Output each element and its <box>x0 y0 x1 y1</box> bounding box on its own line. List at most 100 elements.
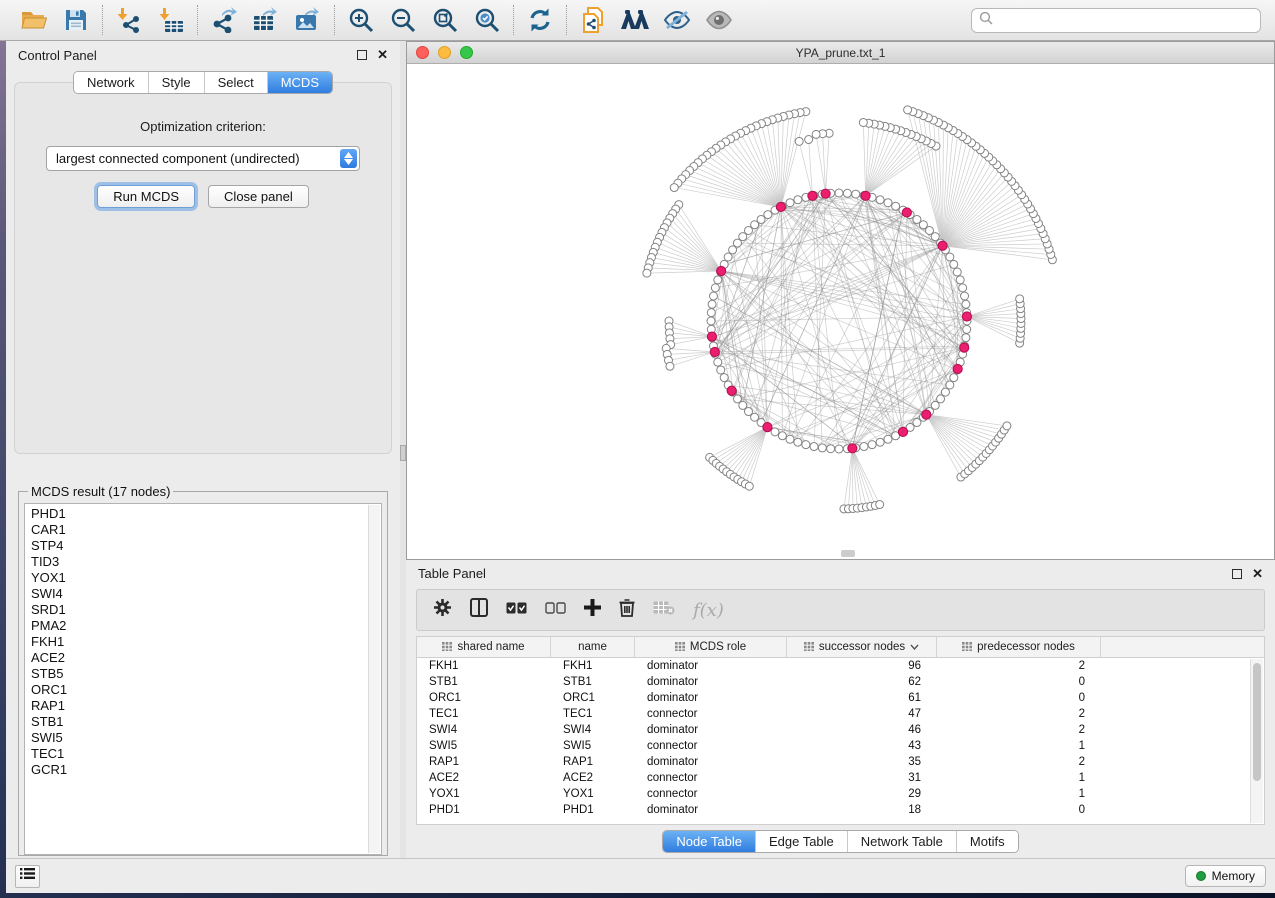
graph-node[interactable] <box>802 441 810 449</box>
mcds-result-item[interactable]: TEC1 <box>31 746 381 762</box>
graph-node[interactable] <box>962 334 970 342</box>
mcds-result-item[interactable]: CAR1 <box>31 522 381 538</box>
splitter-grip[interactable] <box>400 445 406 461</box>
export-network-button[interactable] <box>209 5 239 35</box>
cell-shared-name[interactable]: TEC1 <box>417 708 551 720</box>
graph-node[interactable] <box>946 381 954 389</box>
graph-node[interactable] <box>786 435 794 443</box>
graph-node[interactable] <box>711 284 719 292</box>
cell-name[interactable]: STB1 <box>551 676 635 688</box>
cell-shared-name[interactable]: RAP1 <box>417 756 551 768</box>
cell-name[interactable]: ACE2 <box>551 772 635 784</box>
table-row[interactable]: RAP1RAP1dominator352 <box>417 754 1264 770</box>
mcds-result-list[interactable]: PHD1CAR1STP4TID3YOX1SWI4SRD1PMA2FKH1ACE2… <box>24 503 382 855</box>
mcds-result-item[interactable]: ACE2 <box>31 650 381 666</box>
mcds-result-item[interactable]: PHD1 <box>31 506 381 522</box>
cell-successor-nodes[interactable]: 96 <box>787 660 937 672</box>
graph-node[interactable] <box>956 276 964 284</box>
cell-shared-name[interactable]: SWI5 <box>417 740 551 752</box>
graph-hub-node[interactable] <box>776 202 785 211</box>
graph-leaf-node[interactable] <box>745 482 753 490</box>
cell-name[interactable]: FKH1 <box>551 660 635 672</box>
run-mcds-button[interactable]: Run MCDS <box>97 185 195 208</box>
cell-predecessor-nodes[interactable]: 1 <box>937 772 1101 784</box>
graph-node[interactable] <box>835 189 843 197</box>
graph-node[interactable] <box>937 395 945 403</box>
graph-node[interactable] <box>950 260 958 268</box>
search-input[interactable] <box>998 13 1253 27</box>
graph-node[interactable] <box>729 246 737 254</box>
zoom-selected-button[interactable] <box>472 5 502 35</box>
mcds-result-item[interactable]: ORC1 <box>31 682 381 698</box>
cell-name[interactable]: RAP1 <box>551 756 635 768</box>
graph-node[interactable] <box>818 444 826 452</box>
panel-splitter[interactable] <box>400 41 406 858</box>
cell-name[interactable]: TEC1 <box>551 708 635 720</box>
cell-predecessor-nodes[interactable]: 2 <box>937 708 1101 720</box>
mcds-result-item[interactable]: TID3 <box>31 554 381 570</box>
show-columns-button[interactable] <box>470 598 488 622</box>
graph-node[interactable] <box>794 438 802 446</box>
task-history-button[interactable] <box>15 865 40 888</box>
graph-node[interactable] <box>778 432 786 440</box>
cell-successor-nodes[interactable]: 31 <box>787 772 937 784</box>
cell-predecessor-nodes[interactable]: 0 <box>937 692 1101 704</box>
graph-hub-node[interactable] <box>922 410 931 419</box>
graph-leaf-node[interactable] <box>859 118 867 126</box>
tab-network-table[interactable]: Network Table <box>847 831 956 852</box>
cell-predecessor-nodes[interactable]: 1 <box>937 740 1101 752</box>
graph-node[interactable] <box>950 374 958 382</box>
column-header-successor-nodes[interactable]: successor nodes <box>787 637 937 657</box>
tab-select[interactable]: Select <box>204 72 267 93</box>
cell-name[interactable]: SWI5 <box>551 740 635 752</box>
mcds-result-item[interactable]: SWI4 <box>31 586 381 602</box>
copy-network-view-button[interactable] <box>578 5 608 35</box>
graph-hub-node[interactable] <box>821 189 830 198</box>
graph-node[interactable] <box>708 300 716 308</box>
list-scrollbar[interactable] <box>368 505 380 853</box>
cell-MCDS-role[interactable]: connector <box>635 740 787 752</box>
graph-node[interactable] <box>876 438 884 446</box>
graph-leaf-node[interactable] <box>795 137 803 145</box>
tab-node-table[interactable]: Node Table <box>663 831 755 852</box>
cell-predecessor-nodes[interactable]: 2 <box>937 724 1101 736</box>
mcds-result-item[interactable]: FKH1 <box>31 634 381 650</box>
close-panel-icon[interactable]: ✕ <box>377 50 388 60</box>
graph-leaf-node[interactable] <box>904 106 912 114</box>
tab-motifs[interactable]: Motifs <box>956 831 1018 852</box>
table-row[interactable]: ORC1ORC1dominator610 <box>417 690 1264 706</box>
cell-MCDS-role[interactable]: dominator <box>635 724 787 736</box>
export-image-button[interactable] <box>293 5 323 35</box>
graph-leaf-node[interactable] <box>805 136 813 144</box>
graph-hub-node[interactable] <box>898 427 907 436</box>
cell-MCDS-role[interactable]: connector <box>635 788 787 800</box>
graph-node[interactable] <box>946 253 954 261</box>
zoom-out-button[interactable] <box>388 5 418 35</box>
graph-hub-node[interactable] <box>707 332 716 341</box>
cell-MCDS-role[interactable]: dominator <box>635 756 787 768</box>
table-row[interactable]: SWI5SWI5connector431 <box>417 738 1264 754</box>
cell-successor-nodes[interactable]: 35 <box>787 756 937 768</box>
mcds-result-item[interactable]: SRD1 <box>31 602 381 618</box>
export-table-button[interactable] <box>251 5 281 35</box>
graph-node[interactable] <box>827 445 835 453</box>
cell-name[interactable]: PHD1 <box>551 804 635 816</box>
cell-MCDS-role[interactable]: dominator <box>635 676 787 688</box>
graph-hub-node[interactable] <box>938 241 947 250</box>
float-table-panel-icon[interactable] <box>1232 569 1242 579</box>
graph-node[interactable] <box>733 239 741 247</box>
graph-node[interactable] <box>959 284 967 292</box>
graph-leaf-node[interactable] <box>876 501 884 509</box>
cell-shared-name[interactable]: ORC1 <box>417 692 551 704</box>
zoom-in-button[interactable] <box>346 5 376 35</box>
zoom-window-icon[interactable] <box>460 46 473 59</box>
table-scrollbar[interactable] <box>1250 659 1263 823</box>
cell-predecessor-nodes[interactable]: 2 <box>937 756 1101 768</box>
graph-node[interactable] <box>884 435 892 443</box>
scrollbar-thumb[interactable] <box>1253 663 1261 781</box>
table-row[interactable]: SWI4SWI4dominator462 <box>417 722 1264 738</box>
mcds-result-item[interactable]: PMA2 <box>31 618 381 634</box>
graph-node[interactable] <box>764 211 772 219</box>
graph-hub-node[interactable] <box>848 444 857 453</box>
cell-successor-nodes[interactable]: 43 <box>787 740 937 752</box>
